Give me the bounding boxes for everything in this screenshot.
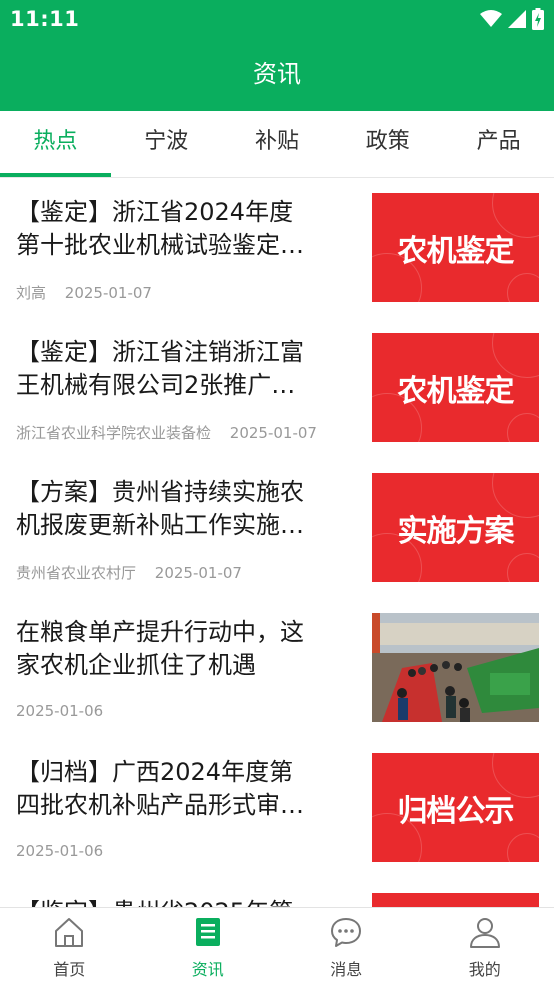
nav-home-label: 首页 bbox=[53, 960, 86, 979]
app-bar: 资讯 bbox=[0, 40, 554, 111]
news-title-line: 【鉴定】浙江省2024年度 bbox=[16, 198, 294, 226]
message-icon bbox=[331, 918, 362, 947]
nav-home[interactable]: 首页 bbox=[0, 908, 139, 984]
news-date: 2025-01-07 bbox=[64, 284, 152, 302]
news-icon bbox=[195, 918, 220, 946]
page-title: 资讯 bbox=[253, 60, 301, 88]
category-tabs: 热点 宁波 补贴 政策 产品 bbox=[0, 111, 554, 178]
news-title: 【方案】贵州省持续实施农 机报废更新补贴工作实施… bbox=[16, 476, 356, 544]
news-thumbnail bbox=[372, 893, 539, 907]
nav-messages[interactable]: 消息 bbox=[277, 908, 416, 984]
news-list[interactable]: 【鉴定】浙江省2024年度 第十批农业机械试验鉴定… 刘高 2025-01-07… bbox=[0, 178, 554, 907]
news-title-line: 家农机企业抓住了机遇 bbox=[16, 651, 256, 679]
news-item[interactable]: 【鉴定】浙江省2024年度 第十批农业机械试验鉴定… 刘高 2025-01-07… bbox=[0, 178, 554, 318]
news-source: 刘高 bbox=[16, 284, 47, 302]
news-photo bbox=[372, 613, 539, 722]
news-title: 【鉴定】浙江省注销浙江富 王机械有限公司2张推广… bbox=[16, 336, 356, 404]
status-icons bbox=[480, 8, 544, 30]
thumbnail-text: 农机鉴定 bbox=[397, 373, 515, 409]
news-meta: 2025-01-06 bbox=[16, 702, 103, 720]
wifi-icon bbox=[480, 10, 502, 27]
tab-ningbo[interactable]: 宁波 bbox=[111, 111, 222, 177]
news-item[interactable]: 【鉴定】浙江省注销浙江富 王机械有限公司2张推广… 浙江省农业科学院农业装备检 … bbox=[0, 318, 554, 458]
news-date: 2025-01-07 bbox=[154, 564, 242, 582]
tab-hot[interactable]: 热点 bbox=[0, 111, 111, 177]
news-title-line: 王机械有限公司2张推广… bbox=[16, 371, 296, 399]
status-bar: 11:11 bbox=[0, 0, 554, 40]
tab-subsidy[interactable]: 补贴 bbox=[222, 111, 333, 177]
news-item[interactable]: 【鉴定】贵州省2025年第 bbox=[0, 878, 554, 907]
crowd-photo-image bbox=[372, 613, 539, 722]
news-thumbnail: 实施方案 bbox=[372, 473, 539, 582]
nav-profile[interactable]: 我的 bbox=[416, 908, 554, 984]
news-date: 2025-01-07 bbox=[229, 424, 317, 442]
news-title-line: 【归档】广西2024年度第 bbox=[16, 758, 294, 786]
news-source: 贵州省农业农村厅 bbox=[16, 564, 137, 582]
tab-policy[interactable]: 政策 bbox=[332, 111, 443, 177]
news-item[interactable]: 【归档】广西2024年度第 四批农机补贴产品形式审… 2025-01-06 归档… bbox=[0, 738, 554, 878]
news-title-line: 机报废更新补贴工作实施… bbox=[16, 511, 304, 539]
news-source: 浙江省农业科学院农业装备检 bbox=[16, 424, 212, 442]
news-date: 2025-01-06 bbox=[16, 842, 104, 860]
news-title-line: 【鉴定】贵州省2025年第 bbox=[16, 896, 356, 907]
nav-messages-label: 消息 bbox=[330, 960, 363, 979]
cellular-signal-icon bbox=[508, 10, 526, 28]
news-title: 在粮食单产提升行动中，这 家农机企业抓住了机遇 bbox=[16, 616, 356, 684]
news-item[interactable]: 【方案】贵州省持续实施农 机报废更新补贴工作实施… 贵州省农业农村厅 2025-… bbox=[0, 458, 554, 598]
news-meta: 2025-01-06 bbox=[16, 842, 103, 860]
news-thumbnail: 归档公示 bbox=[372, 753, 539, 862]
thumbnail-text: 实施方案 bbox=[397, 513, 515, 549]
status-time: 11:11 bbox=[10, 7, 80, 31]
news-title-line: 【鉴定】浙江省注销浙江富 bbox=[16, 338, 304, 366]
nav-profile-label: 我的 bbox=[468, 960, 501, 979]
bottom-navigation: 首页 资讯 消息 我的 bbox=[0, 907, 554, 984]
news-title: 【鉴定】浙江省2024年度 第十批农业机械试验鉴定… bbox=[16, 196, 356, 264]
news-title: 【鉴定】贵州省2025年第 bbox=[16, 896, 356, 907]
news-meta: 刘高 2025-01-07 bbox=[16, 282, 152, 303]
news-thumbnail: 农机鉴定 bbox=[372, 333, 539, 442]
news-title-line: 四批农机补贴产品形式审… bbox=[16, 791, 304, 819]
news-title-line: 第十批农业机械试验鉴定… bbox=[16, 231, 304, 259]
thumbnail-text: 农机鉴定 bbox=[397, 233, 515, 269]
news-title: 【归档】广西2024年度第 四批农机补贴产品形式审… bbox=[16, 756, 356, 824]
news-title-line: 在粮食单产提升行动中，这 bbox=[16, 618, 304, 646]
news-date: 2025-01-06 bbox=[16, 702, 104, 720]
profile-icon bbox=[469, 918, 500, 948]
battery-icon bbox=[532, 8, 544, 30]
news-item[interactable]: 在粮食单产提升行动中，这 家农机企业抓住了机遇 2025-01-06 bbox=[0, 598, 554, 738]
nav-news[interactable]: 资讯 bbox=[139, 908, 278, 984]
news-meta: 贵州省农业农村厅 2025-01-07 bbox=[16, 562, 242, 583]
home-icon bbox=[55, 918, 84, 947]
news-meta: 浙江省农业科学院农业装备检 2025-01-07 bbox=[16, 422, 317, 443]
thumbnail-text: 归档公示 bbox=[397, 793, 515, 829]
news-title-line: 【方案】贵州省持续实施农 bbox=[16, 478, 304, 506]
nav-news-label: 资讯 bbox=[191, 960, 224, 979]
news-thumbnail: 农机鉴定 bbox=[372, 193, 539, 302]
tab-product[interactable]: 产品 bbox=[443, 111, 554, 177]
